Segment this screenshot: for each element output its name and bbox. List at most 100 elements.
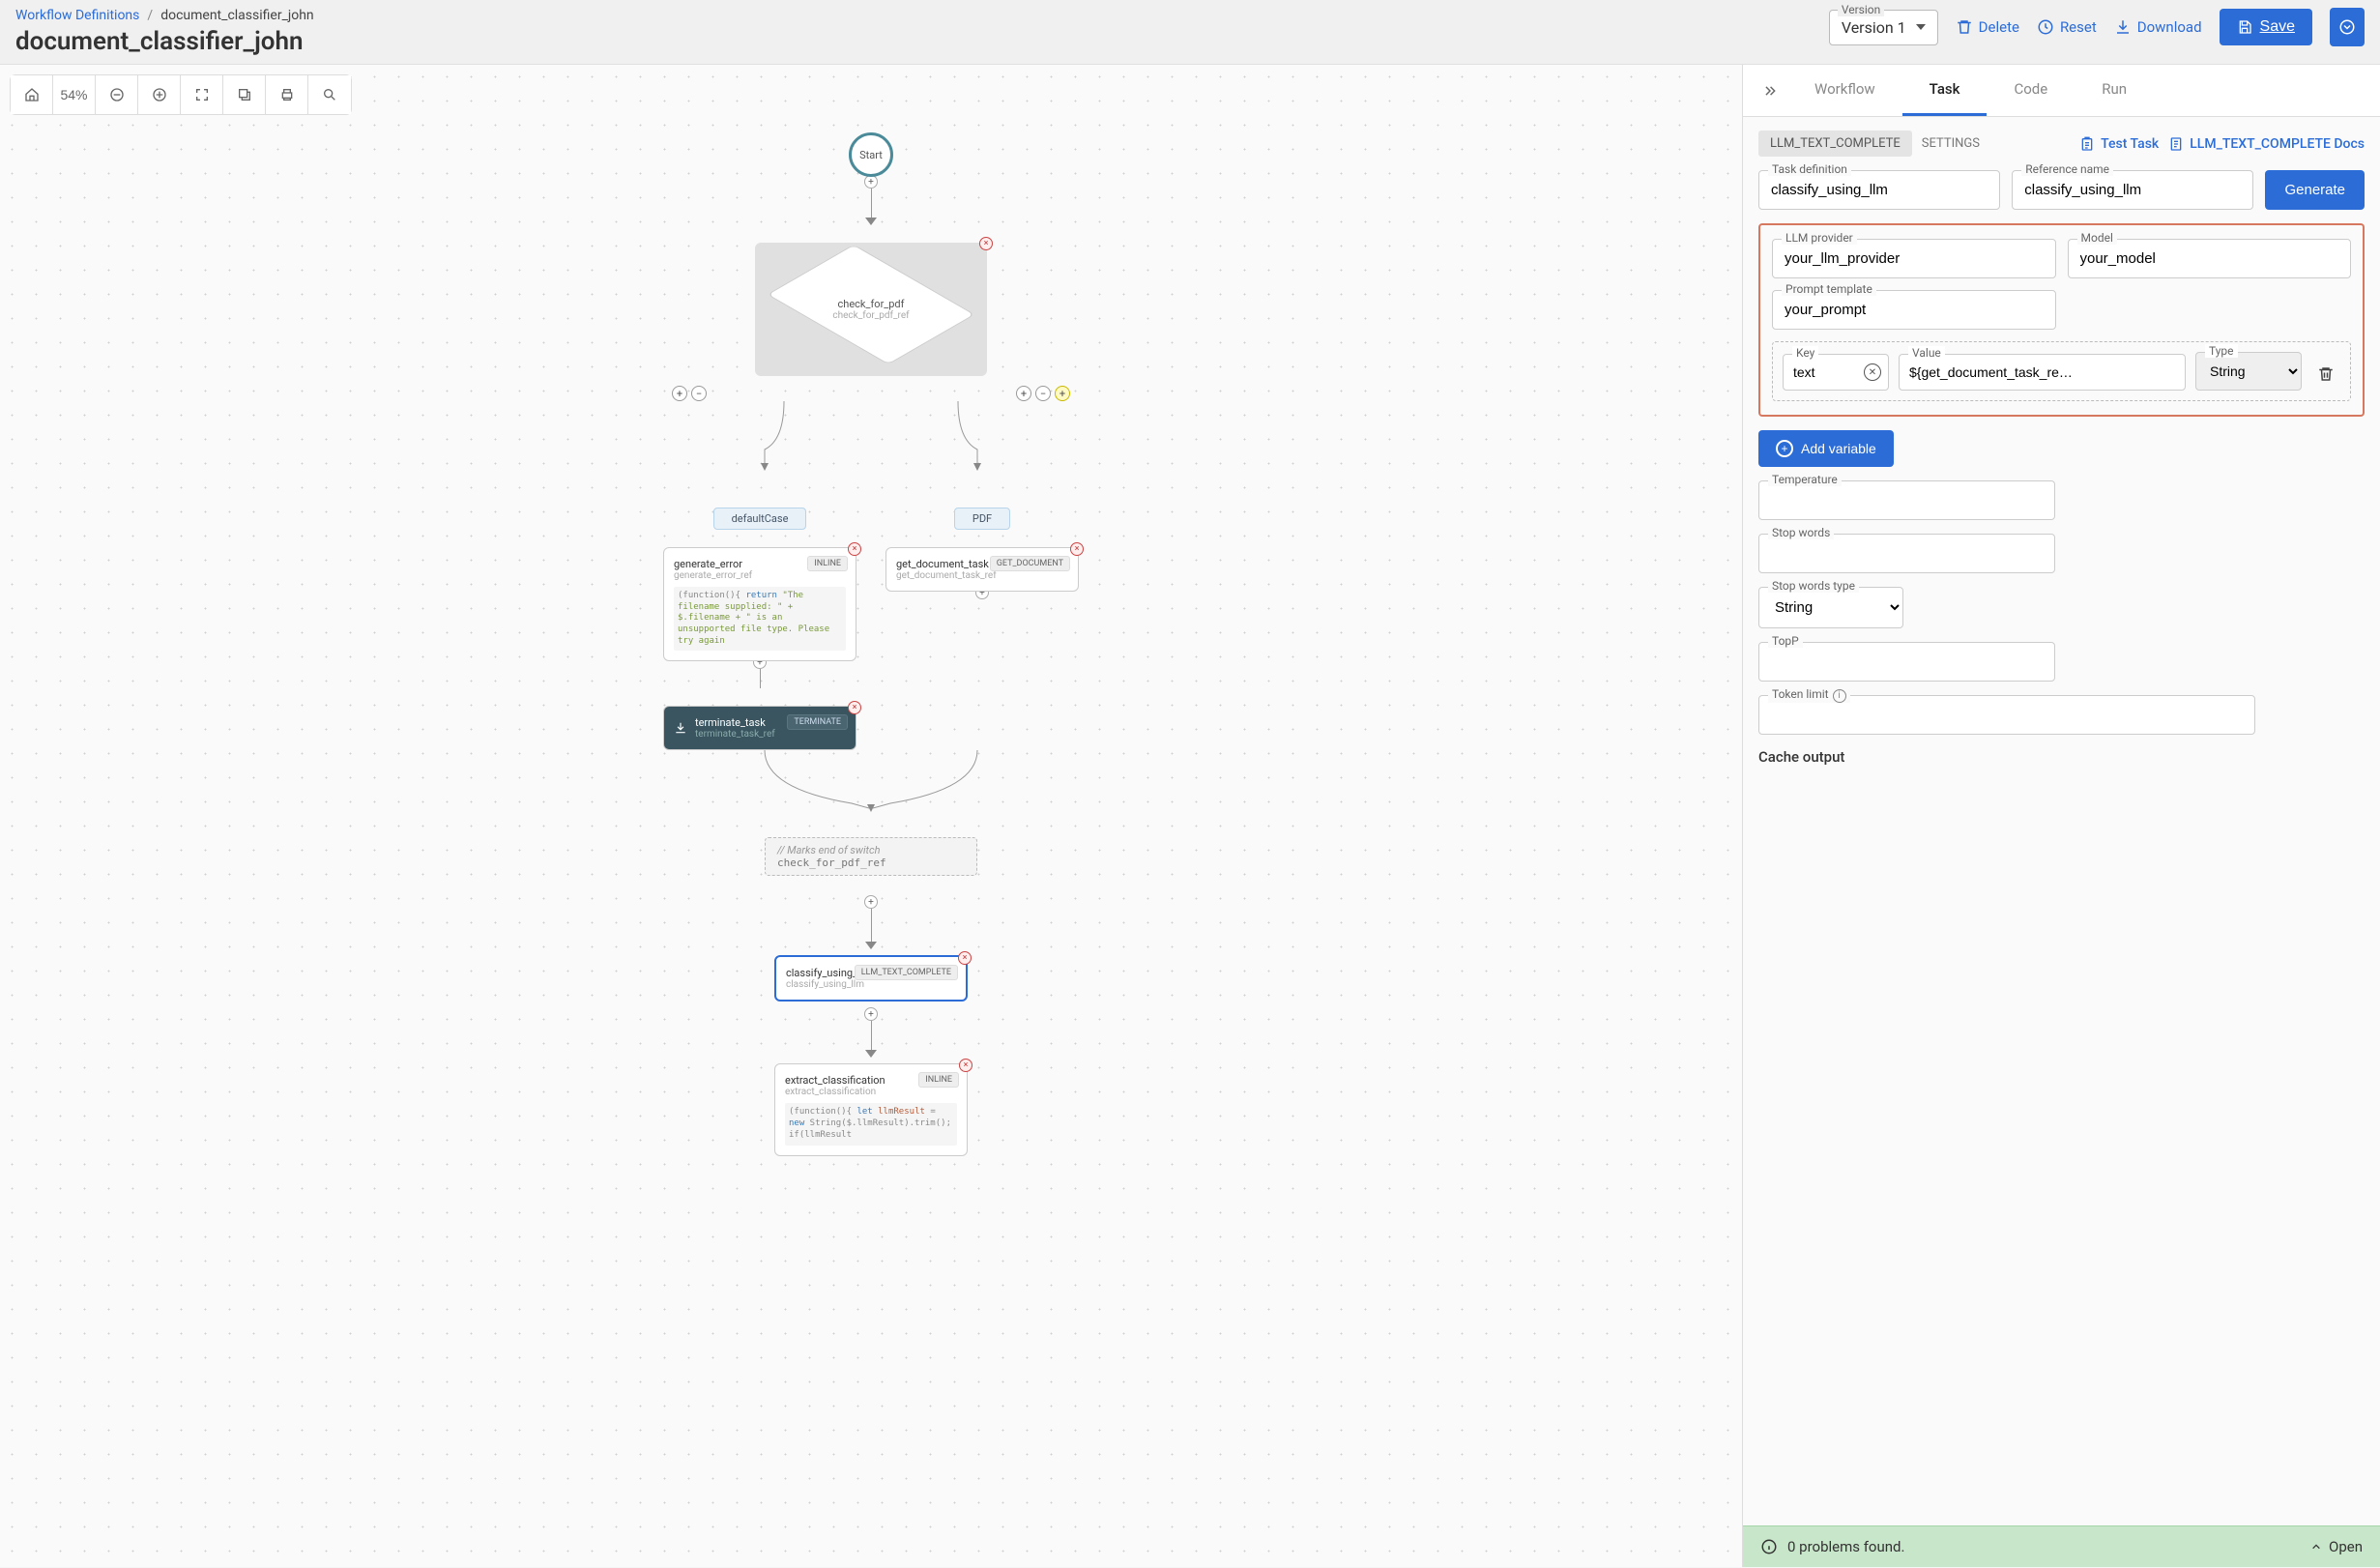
tab-workflow[interactable]: Workflow — [1787, 65, 1902, 116]
cache-output-label: Cache output — [1758, 748, 2365, 766]
version-label: Version — [1838, 3, 1884, 16]
classify-node[interactable]: × classify_using_llm classify_using_llm … — [774, 955, 968, 1002]
add-after-merge[interactable]: + — [864, 895, 878, 909]
delete-get-document-icon[interactable]: × — [1070, 542, 1084, 556]
delete-button[interactable]: Delete — [1956, 18, 2019, 36]
tab-run[interactable]: Run — [2075, 65, 2154, 116]
merge-ref: check_for_pdf_ref — [777, 857, 886, 869]
delete-variable-button[interactable] — [2311, 365, 2340, 391]
delete-classify-icon[interactable]: × — [958, 951, 972, 965]
generate-button[interactable]: Generate — [2265, 170, 2365, 210]
ref-name-input[interactable] — [2012, 170, 2253, 210]
prompt-input[interactable] — [1772, 290, 2056, 330]
test-task-button[interactable]: Test Task — [2079, 136, 2159, 152]
plus-icon — [152, 87, 167, 102]
canvas-toolbar: 54% — [10, 74, 352, 115]
layers-icon — [237, 87, 252, 102]
tab-code[interactable]: Code — [1987, 65, 2075, 116]
save-label: Save — [2260, 18, 2295, 36]
branch-default-label[interactable]: defaultCase — [713, 508, 807, 530]
add-after-start[interactable]: + — [864, 175, 878, 189]
switch-end-node[interactable]: // Marks end of switch check_for_pdf_ref — [765, 837, 977, 876]
kv-type-select[interactable]: String — [2195, 352, 2302, 391]
token-limit-label: Token limiti — [1768, 687, 1850, 703]
task-type-chip[interactable]: LLM_TEXT_COMPLETE — [1758, 131, 1912, 157]
doc-icon — [2168, 136, 2184, 152]
zoom-out-button[interactable] — [96, 75, 138, 114]
docs-link[interactable]: LLM_TEXT_COMPLETE Docs — [2168, 136, 2365, 152]
open-problems-toggle[interactable]: Open — [2309, 1538, 2363, 1555]
highlighted-llm-config: LLM provider Model Prompt template — [1758, 223, 2365, 417]
merge-comment: // Marks end of switch — [777, 844, 881, 857]
kv-key-label: Key — [1792, 346, 1818, 360]
gen-error-tag: INLINE — [807, 556, 848, 571]
collapse-panel-button[interactable] — [1753, 74, 1787, 107]
stopwords-input[interactable] — [1758, 534, 2055, 573]
kv-value-label: Value — [1908, 346, 1945, 360]
breadcrumb-current: document_classifier_john — [160, 8, 313, 23]
add-after-classify[interactable]: + — [864, 1007, 878, 1021]
minus-icon — [109, 87, 125, 102]
info-icon[interactable]: i — [1833, 689, 1846, 703]
get-document-node[interactable]: × get_document_task get_document_task_re… — [885, 547, 1079, 592]
topp-input[interactable] — [1758, 642, 2055, 682]
download-button[interactable]: Download — [2114, 18, 2202, 36]
kv-type-label: Type — [2205, 344, 2238, 358]
temperature-input[interactable] — [1758, 480, 2055, 520]
classify-tag: LLM_TEXT_COMPLETE — [855, 965, 958, 980]
breadcrumb-parent-link[interactable]: Workflow Definitions — [15, 8, 139, 23]
home-button[interactable] — [11, 75, 53, 114]
model-label: Model — [2077, 231, 2117, 245]
branch-port-add-branch[interactable]: + — [1055, 386, 1070, 401]
llm-provider-field: LLM provider — [1772, 239, 2056, 278]
temperature-label: Temperature — [1768, 473, 1842, 486]
ref-name-label: Reference name — [2021, 162, 2113, 176]
save-icon — [2237, 19, 2252, 35]
start-node[interactable]: Start — [849, 132, 893, 177]
stopwords-label: Stop words — [1768, 526, 1834, 539]
print-icon — [279, 87, 295, 102]
tab-task[interactable]: Task — [1902, 65, 1988, 116]
gen-error-ref: generate_error_ref — [674, 570, 846, 581]
reset-button[interactable]: Reset — [2037, 18, 2097, 36]
delete-extract-icon[interactable]: × — [959, 1059, 972, 1072]
search-icon — [322, 87, 337, 102]
arrow-down-icon — [865, 218, 877, 225]
top-bar: Workflow Definitions / document_classifi… — [0, 0, 2380, 65]
zoom-display[interactable]: 54% — [53, 75, 96, 114]
zoom-in-button[interactable] — [138, 75, 181, 114]
status-message: 0 problems found. — [1787, 1538, 1904, 1555]
layers-button[interactable] — [223, 75, 266, 114]
search-canvas-button[interactable] — [308, 75, 351, 114]
fit-button[interactable] — [181, 75, 223, 114]
delete-decision-icon[interactable]: × — [979, 237, 993, 250]
branch-port-add-left[interactable]: + — [672, 386, 687, 401]
branch-port-add-right[interactable]: + — [1016, 386, 1031, 401]
docs-label: LLM_TEXT_COMPLETE Docs — [2190, 136, 2365, 152]
delete-terminate-icon[interactable]: × — [848, 701, 861, 714]
download-icon — [2114, 18, 2132, 36]
branch-port-remove-left[interactable]: − — [691, 386, 707, 401]
workflow-canvas[interactable]: 54% Start + × check_for_pdf check_ — [0, 65, 1742, 1567]
topp-field: TopP — [1758, 642, 2055, 682]
stopwords-type-select[interactable]: String — [1758, 587, 1903, 628]
add-variable-button[interactable]: + Add variable — [1758, 430, 1894, 467]
delete-generate-error-icon[interactable]: × — [848, 542, 861, 556]
print-button[interactable] — [266, 75, 308, 114]
settings-chip[interactable]: SETTINGS — [1922, 136, 1980, 151]
save-button[interactable]: Save — [2220, 9, 2312, 45]
model-input[interactable] — [2068, 239, 2352, 278]
extract-node[interactable]: × extract_classification extract_classif… — [774, 1063, 968, 1155]
arrow-icon — [865, 942, 877, 949]
clear-key-icon[interactable]: ✕ — [1864, 363, 1881, 381]
extract-ref: extract_classification — [785, 1087, 957, 1097]
branch-pdf-label[interactable]: PDF — [954, 508, 1010, 530]
version-selector[interactable]: Version Version 1 — [1829, 10, 1938, 45]
save-more-button[interactable] — [2330, 8, 2365, 46]
generate-error-node[interactable]: × generate_error generate_error_ref INLI… — [663, 547, 856, 661]
terminate-node[interactable]: × terminate_task terminate_task_ref TERM… — [663, 706, 856, 750]
merge-connectors — [658, 750, 1084, 818]
task-def-input[interactable] — [1758, 170, 2000, 210]
llm-provider-input[interactable] — [1772, 239, 2056, 278]
branch-port-remove-right[interactable]: − — [1035, 386, 1051, 401]
